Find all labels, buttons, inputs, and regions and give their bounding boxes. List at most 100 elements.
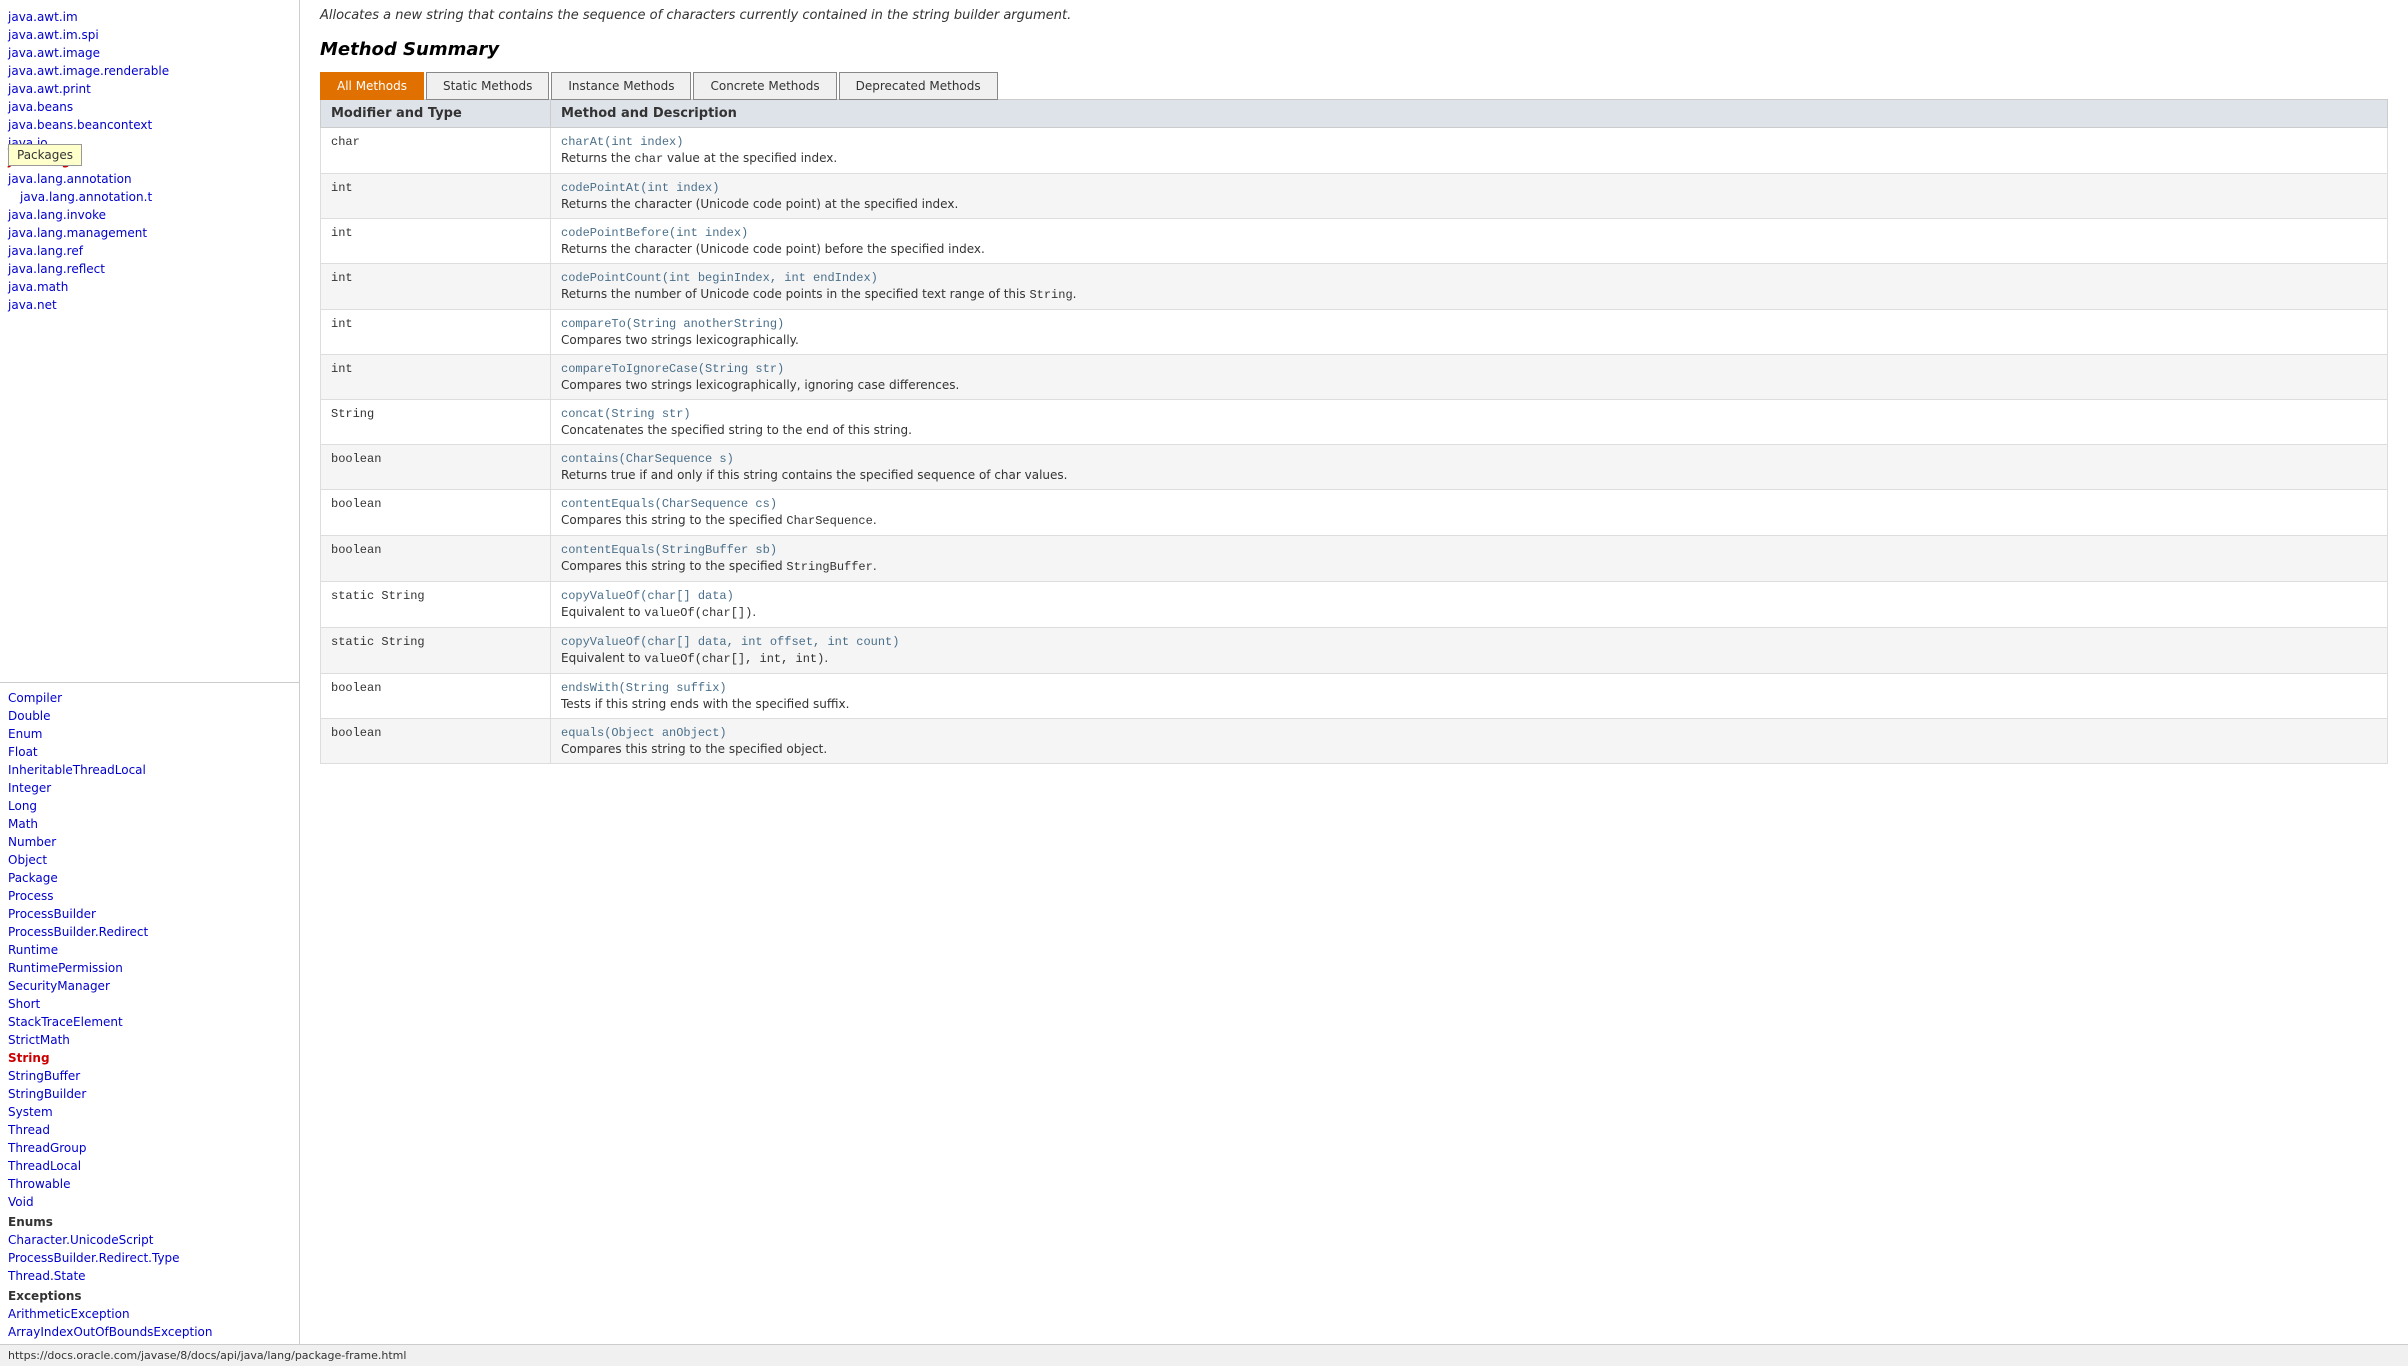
tab-all-methods[interactable]: All Methods bbox=[320, 72, 424, 100]
method-desc: Returns true if and only if this string … bbox=[561, 468, 2377, 482]
table-row: int codePointAt(int index) Returns the c… bbox=[321, 174, 2388, 219]
class-item-stacktraceelement[interactable]: StackTraceElement bbox=[0, 1013, 299, 1031]
method-link[interactable]: contentEquals(StringBuffer sb) bbox=[561, 543, 2377, 557]
class-item-strictmath[interactable]: StrictMath bbox=[0, 1031, 299, 1049]
exception-item-arithmetic[interactable]: ArithmeticException bbox=[0, 1305, 299, 1323]
package-item-java-io[interactable]: java.io bbox=[0, 134, 299, 152]
method-cell: contains(CharSequence s) Returns true if… bbox=[551, 445, 2388, 490]
class-item-math[interactable]: Math bbox=[0, 815, 299, 833]
package-item-java-lang[interactable]: java.lang bbox=[0, 152, 299, 170]
class-item-package[interactable]: Package bbox=[0, 869, 299, 887]
method-cell: codePointBefore(int index) Returns the c… bbox=[551, 219, 2388, 264]
method-link[interactable]: compareToIgnoreCase(String str) bbox=[561, 362, 2377, 376]
tab-static-methods[interactable]: Static Methods bbox=[426, 72, 549, 100]
tab-instance-methods[interactable]: Instance Methods bbox=[551, 72, 691, 100]
method-type: boolean bbox=[321, 719, 551, 764]
method-type: boolean bbox=[321, 674, 551, 719]
method-desc: Compares two strings lexicographically. bbox=[561, 333, 2377, 347]
method-link[interactable]: codePointAt(int index) bbox=[561, 181, 2377, 195]
package-item-java-math[interactable]: java.math bbox=[0, 278, 299, 296]
method-link[interactable]: contains(CharSequence s) bbox=[561, 452, 2377, 466]
method-type: int bbox=[321, 264, 551, 310]
class-item-compiler[interactable]: Compiler bbox=[0, 689, 299, 707]
enum-item-thread-state[interactable]: Thread.State bbox=[0, 1267, 299, 1285]
enum-item-unicode[interactable]: Character.UnicodeScript bbox=[0, 1231, 299, 1249]
tab-deprecated-methods[interactable]: Deprecated Methods bbox=[839, 72, 998, 100]
package-item-java-awt-im[interactable]: java.awt.im bbox=[0, 8, 299, 26]
method-cell: charAt(int index) Returns the char value… bbox=[551, 128, 2388, 174]
enum-item-redirect-type[interactable]: ProcessBuilder.Redirect.Type bbox=[0, 1249, 299, 1267]
method-type: char bbox=[321, 128, 551, 174]
method-desc: Compares two strings lexicographically, … bbox=[561, 378, 2377, 392]
method-link[interactable]: codePointBefore(int index) bbox=[561, 226, 2377, 240]
class-item-stringbuilder[interactable]: StringBuilder bbox=[0, 1085, 299, 1103]
class-item-object[interactable]: Object bbox=[0, 851, 299, 869]
method-table: Modifier and Type Method and Description… bbox=[320, 99, 2388, 764]
method-cell: concat(String str) Concatenates the spec… bbox=[551, 400, 2388, 445]
package-item-java-lang-ref[interactable]: java.lang.ref bbox=[0, 242, 299, 260]
intro-text: Allocates a new string that contains the… bbox=[320, 0, 2388, 39]
class-item-stringbuffer[interactable]: StringBuffer bbox=[0, 1067, 299, 1085]
class-item-runtimepermission[interactable]: RuntimePermission bbox=[0, 959, 299, 977]
class-item-integer[interactable]: Integer bbox=[0, 779, 299, 797]
table-row: int compareToIgnoreCase(String str) Comp… bbox=[321, 355, 2388, 400]
package-item-java-awt-image[interactable]: java.awt.image bbox=[0, 44, 299, 62]
tab-concrete-methods[interactable]: Concrete Methods bbox=[693, 72, 836, 100]
class-item-system[interactable]: System bbox=[0, 1103, 299, 1121]
package-item-java-awt-im-spi[interactable]: java.awt.im.spi bbox=[0, 26, 299, 44]
method-link[interactable]: concat(String str) bbox=[561, 407, 2377, 421]
method-cell: codePointCount(int beginIndex, int endIn… bbox=[551, 264, 2388, 310]
class-item-securitymanager[interactable]: SecurityManager bbox=[0, 977, 299, 995]
method-link[interactable]: charAt(int index) bbox=[561, 135, 2377, 149]
class-item-double[interactable]: Double bbox=[0, 707, 299, 725]
class-item-process[interactable]: Process bbox=[0, 887, 299, 905]
class-item-processbuilder[interactable]: ProcessBuilder bbox=[0, 905, 299, 923]
table-row: boolean contains(CharSequence s) Returns… bbox=[321, 445, 2388, 490]
class-item-threadgroup[interactable]: ThreadGroup bbox=[0, 1139, 299, 1157]
class-item-number[interactable]: Number bbox=[0, 833, 299, 851]
method-desc: Equivalent to valueOf(char[], int, int). bbox=[561, 651, 2377, 666]
method-link[interactable]: contentEquals(CharSequence cs) bbox=[561, 497, 2377, 511]
method-link[interactable]: equals(Object anObject) bbox=[561, 726, 2377, 740]
package-item-java-lang-invoke[interactable]: java.lang.invoke bbox=[0, 206, 299, 224]
package-item-java-lang-annotation-t[interactable]: java.lang.annotation.t bbox=[0, 188, 299, 206]
class-item-inheritablethreadlocal[interactable]: InheritableThreadLocal bbox=[0, 761, 299, 779]
package-item-java-beans[interactable]: java.beans bbox=[0, 98, 299, 116]
class-item-void[interactable]: Void bbox=[0, 1193, 299, 1211]
method-desc: Returns the number of Unicode code point… bbox=[561, 287, 2377, 302]
method-link[interactable]: copyValueOf(char[] data) bbox=[561, 589, 2377, 603]
class-item-threadlocal[interactable]: ThreadLocal bbox=[0, 1157, 299, 1175]
table-row: int compareTo(String anotherString) Comp… bbox=[321, 310, 2388, 355]
method-link[interactable]: endsWith(String suffix) bbox=[561, 681, 2377, 695]
table-row: static String copyValueOf(char[] data, i… bbox=[321, 628, 2388, 674]
class-item-float[interactable]: Float bbox=[0, 743, 299, 761]
method-link[interactable]: codePointCount(int beginIndex, int endIn… bbox=[561, 271, 2377, 285]
method-desc: Compares this string to the specified St… bbox=[561, 559, 2377, 574]
class-item-runtime[interactable]: Runtime bbox=[0, 941, 299, 959]
package-item-java-lang-reflect[interactable]: java.lang.reflect bbox=[0, 260, 299, 278]
class-item-string[interactable]: String bbox=[0, 1049, 299, 1067]
package-item-java-lang-management[interactable]: java.lang.management bbox=[0, 224, 299, 242]
exception-item-arrayindex[interactable]: ArrayIndexOutOfBoundsException bbox=[0, 1323, 299, 1341]
method-link[interactable]: copyValueOf(char[] data, int offset, int… bbox=[561, 635, 2377, 649]
method-type: int bbox=[321, 219, 551, 264]
method-cell: equals(Object anObject) Compares this st… bbox=[551, 719, 2388, 764]
package-item-java-awt-image-renderable[interactable]: java.awt.image.renderable bbox=[0, 62, 299, 80]
class-item-long[interactable]: Long bbox=[0, 797, 299, 815]
method-link[interactable]: compareTo(String anotherString) bbox=[561, 317, 2377, 331]
package-item-java-beans-beancontext[interactable]: java.beans.beancontext bbox=[0, 116, 299, 134]
method-cell: compareToIgnoreCase(String str) Compares… bbox=[551, 355, 2388, 400]
package-item-java-awt-print[interactable]: java.awt.print bbox=[0, 80, 299, 98]
status-url: https://docs.oracle.com/javase/8/docs/ap… bbox=[8, 1349, 406, 1362]
class-item-short[interactable]: Short bbox=[0, 995, 299, 1013]
method-desc: Returns the character (Unicode code poin… bbox=[561, 242, 2377, 256]
class-item-processbuilder-redirect[interactable]: ProcessBuilder.Redirect bbox=[0, 923, 299, 941]
method-desc: Equivalent to valueOf(char[]). bbox=[561, 605, 2377, 620]
class-item-thread[interactable]: Thread bbox=[0, 1121, 299, 1139]
class-item-enum[interactable]: Enum bbox=[0, 725, 299, 743]
table-row: boolean endsWith(String suffix) Tests if… bbox=[321, 674, 2388, 719]
method-desc: Compares this string to the specified ob… bbox=[561, 742, 2377, 756]
package-item-java-net[interactable]: java.net bbox=[0, 296, 299, 314]
class-item-throwable[interactable]: Throwable bbox=[0, 1175, 299, 1193]
package-item-java-lang-annotation[interactable]: java.lang.annotation bbox=[0, 170, 299, 188]
